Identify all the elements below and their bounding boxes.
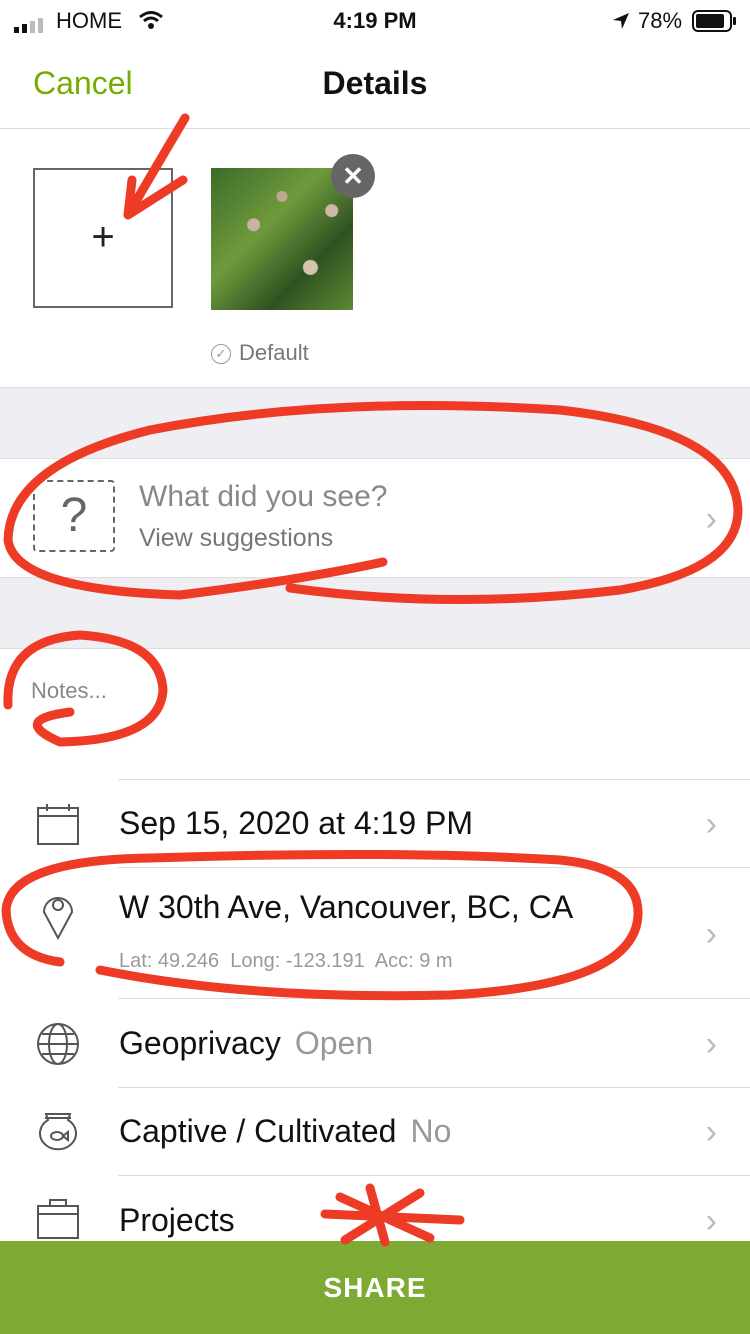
- species-prompt: What did you see?: [139, 480, 388, 513]
- battery-percent: 78%: [638, 8, 683, 33]
- observation-photo[interactable]: [211, 168, 353, 310]
- location-coordinates: Lat: 49.246 Long: -123.191 Acc: 9 m: [119, 950, 453, 972]
- remove-photo-button[interactable]: ✕: [331, 154, 375, 198]
- captive-value: No: [410, 1113, 452, 1149]
- annotation-star: [320, 1183, 465, 1247]
- notes-field[interactable]: Notes...: [31, 678, 107, 704]
- divider: [118, 779, 750, 780]
- geoprivacy-row[interactable]: Geoprivacy Open: [119, 1025, 373, 1062]
- unknown-species-icon: ?: [33, 480, 115, 552]
- fishbowl-icon: [39, 1113, 77, 1151]
- captive-row[interactable]: Captive / Cultivated No: [119, 1113, 451, 1150]
- calendar-icon: [37, 804, 79, 845]
- chevron-right-icon: ›: [705, 1113, 717, 1151]
- status-bar: HOME 4:19 PM 78%: [0, 0, 750, 40]
- divider: [118, 1087, 750, 1088]
- chevron-right-icon: ›: [705, 805, 717, 843]
- view-suggestions-link[interactable]: View suggestions: [139, 524, 333, 553]
- default-photo-label[interactable]: ✓ Default: [211, 340, 309, 366]
- divider: [118, 867, 750, 868]
- briefcase-icon: [37, 1199, 79, 1239]
- date-value[interactable]: Sep 15, 2020 at 4:19 PM: [119, 805, 473, 842]
- add-photo-button[interactable]: +: [33, 168, 173, 308]
- section-divider: [0, 387, 750, 459]
- page-title: Details: [322, 65, 428, 101]
- geoprivacy-value: Open: [294, 1025, 374, 1061]
- share-button[interactable]: SHARE: [0, 1241, 750, 1334]
- chevron-right-icon: ›: [705, 1025, 717, 1063]
- nav-bar: Cancel Details: [0, 40, 750, 129]
- location-pin-icon: [42, 897, 74, 940]
- divider: [118, 1175, 750, 1176]
- check-icon: ✓: [211, 344, 231, 365]
- chevron-right-icon: ›: [705, 500, 717, 538]
- location-value[interactable]: W 30th Ave, Vancouver, BC, CA: [119, 889, 573, 926]
- chevron-right-icon: ›: [705, 915, 717, 953]
- section-divider: [0, 577, 750, 649]
- projects-row[interactable]: Projects: [119, 1202, 235, 1239]
- battery-icon: [692, 9, 738, 39]
- plus-icon: +: [91, 215, 115, 259]
- divider: [118, 998, 750, 999]
- location-arrow-icon: [611, 11, 631, 37]
- globe-icon: [37, 1023, 79, 1065]
- chevron-right-icon: ›: [705, 1202, 717, 1240]
